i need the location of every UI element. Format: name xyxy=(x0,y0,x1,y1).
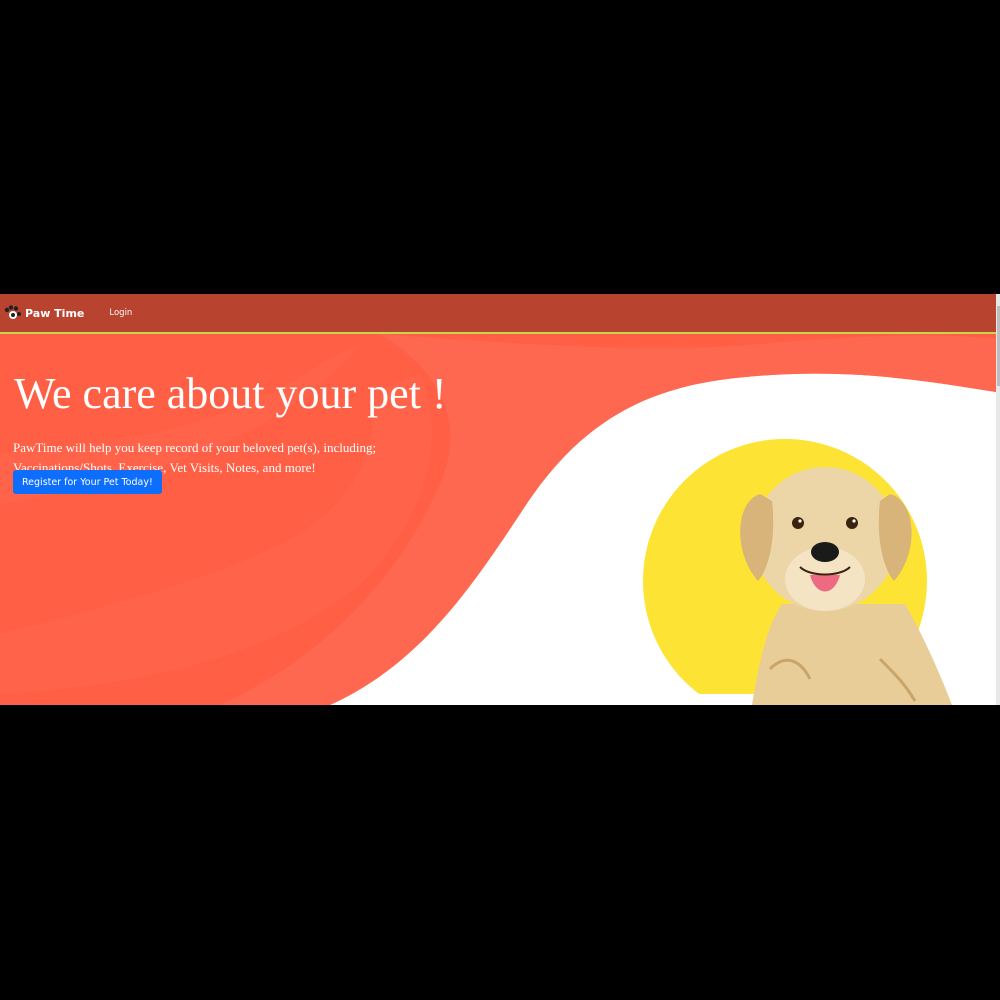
golden-retriever-photo xyxy=(640,439,970,705)
paw-logo-icon xyxy=(4,305,21,319)
hero-section: We care about your pet ! PawTime will he… xyxy=(0,334,996,705)
brand-name: Paw Time xyxy=(25,306,85,320)
hero-title: We care about your pet ! xyxy=(14,369,447,418)
page-scrollbar[interactable] xyxy=(996,294,1000,705)
login-link[interactable]: Login xyxy=(109,308,132,318)
register-pet-button[interactable]: Register for Your Pet Today! xyxy=(13,470,162,494)
brand-link[interactable]: Paw Time xyxy=(4,305,84,321)
browser-viewport: Paw Time Login We care about your pet ! … xyxy=(0,294,1000,705)
navbar: Paw Time Login xyxy=(0,294,996,334)
